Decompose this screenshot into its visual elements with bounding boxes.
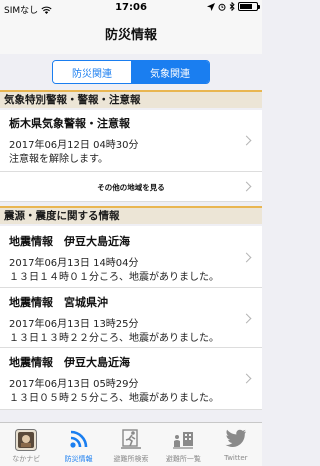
page-title: 防災情報: [104, 28, 157, 43]
tab-label: Twitter: [224, 454, 248, 462]
status-right: [207, 2, 260, 11]
navigation-bar: 防災情報: [0, 16, 262, 54]
segment-disaster[interactable]: 防災関連: [53, 61, 131, 83]
segment-weather[interactable]: 気象関連: [131, 61, 209, 83]
section-header-earthquakes: 震源・震度に関する情報: [0, 206, 262, 224]
tab-label: なかナビ: [12, 455, 41, 463]
tab-twitter[interactable]: Twitter: [210, 423, 262, 466]
list-item-date: 2017年06月13日 05時29分: [9, 379, 139, 390]
category-segmented-control: 防災関連 気象関連: [52, 60, 210, 84]
list-item-date: 2017年06月12日 04時30分: [9, 140, 139, 151]
list-item-date: 2017年06月13日 14時04分: [9, 258, 139, 269]
bluetooth-icon: [229, 2, 235, 11]
alarm-icon: [218, 3, 226, 11]
list-item-detail: １３日１４時０１分ころ、地震がありました。: [9, 272, 219, 283]
list-item-title: 地震情報 伊豆大島近海: [9, 235, 130, 248]
list-item-warning[interactable]: 栃木県気象警報・注意報 2017年06月12日 04時30分 注意報を解除します…: [0, 110, 262, 172]
more-regions-link[interactable]: その他の地域を見る: [0, 172, 262, 202]
evacuation-icon: [121, 429, 142, 449]
status-bar: SIMなし 17:06: [0, 0, 262, 16]
list-item-earthquake[interactable]: 地震情報 伊豆大島近海 2017年06月13日 05時29分 １３日０５時２５分…: [0, 348, 262, 410]
list-item-date: 2017年06月13日 13時25分: [9, 319, 139, 330]
tab-nakanavi[interactable]: なかナビ: [0, 423, 52, 466]
list-item-title: 地震情報 伊豆大島近海: [9, 356, 130, 369]
list-item-detail: １３日１３時２２分ころ、地震がありました。: [9, 333, 219, 344]
tab-label: 避難所検索: [113, 455, 149, 463]
list-item-detail: 注意報を解除します。: [9, 154, 108, 165]
tab-bar: なかナビ 防災情報 避難所検索 避難所一覧 Twitter: [0, 422, 262, 466]
list-item-title: 栃木県気象警報・注意報: [9, 117, 130, 130]
tab-label: 避難所一覧: [165, 455, 201, 463]
twitter-bird-icon: [225, 429, 246, 447]
section-header-warnings: 気象特別警報・警報・注意報: [0, 90, 262, 108]
app-logo-icon: [15, 429, 38, 451]
tab-disaster-info[interactable]: 防災情報: [52, 423, 104, 466]
tab-shelter-list[interactable]: 避難所一覧: [157, 423, 209, 466]
chevron-right-icon: [241, 135, 252, 146]
list-item-title: 地震情報 宮城県沖: [9, 296, 108, 309]
chevron-right-icon: [241, 313, 252, 324]
battery-icon: [238, 2, 260, 11]
more-regions-label: その他の地域を見る: [97, 183, 165, 192]
chevron-right-icon: [241, 373, 252, 384]
list-item-earthquake[interactable]: 地震情報 宮城県沖 2017年06月13日 13時25分 １３日１３時２２分ころ…: [0, 288, 262, 348]
shelter-list-icon: [173, 432, 194, 449]
tab-label: 防災情報: [64, 455, 93, 463]
broadcast-icon: [70, 430, 87, 448]
list-item-detail: １３日０５時２５分ころ、地震がありました。: [9, 393, 219, 404]
list-item-earthquake[interactable]: 地震情報 伊豆大島近海 2017年06月13日 14時04分 １３日１４時０１分…: [0, 226, 262, 288]
tab-shelter-search[interactable]: 避難所検索: [105, 423, 157, 466]
chevron-right-icon: [241, 252, 252, 263]
location-arrow-icon: [207, 2, 215, 11]
